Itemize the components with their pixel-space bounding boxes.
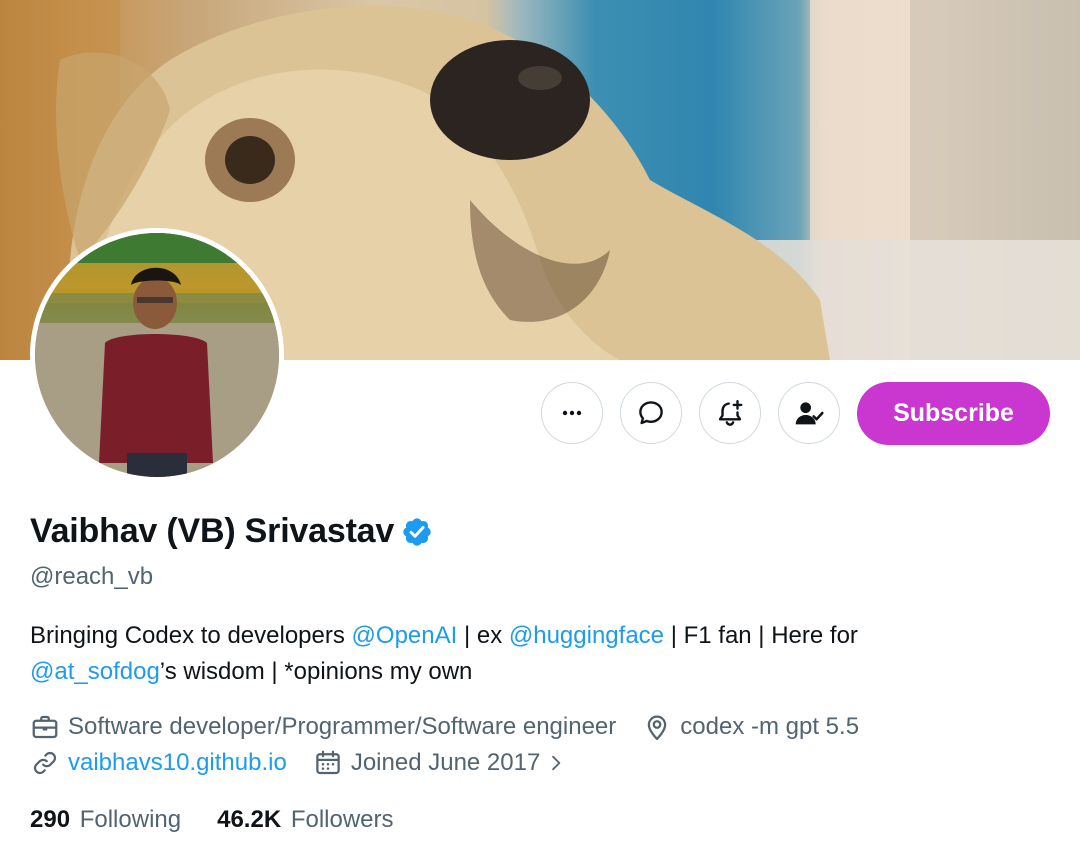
profile-meta-row: Software developer/Programmer/Software e… [30, 712, 885, 742]
more-button[interactable] [541, 382, 603, 444]
calendar-icon [316, 750, 340, 775]
following-count: 290 [30, 806, 71, 833]
avatar-photo [35, 233, 279, 477]
following-label: Following [79, 806, 182, 833]
profession-text: Software developer/Programmer/Software e… [68, 713, 617, 740]
location-pin-icon [648, 715, 667, 740]
bio-text: ’s wisdom | *opinions my own [159, 658, 473, 685]
mention-huggingface-link[interactable]: @huggingface [509, 622, 664, 649]
chevron-right-icon [552, 755, 561, 771]
follow-stats: 290 Following 46.2K Followers [30, 806, 430, 834]
website[interactable]: vaibhavs10.github.io [30, 748, 287, 778]
verified-badge-icon[interactable] [401, 516, 433, 548]
followers-link[interactable]: 46.2K Followers [217, 806, 393, 834]
profile-avatar[interactable] [30, 228, 284, 482]
profession: Software developer/Programmer/Software e… [30, 712, 616, 742]
profile-page: Subscribe Vaibhav (VB) Srivastav @reach_… [0, 0, 1080, 862]
location: codex -m gpt 5.5 [642, 712, 859, 742]
message-button[interactable] [620, 382, 682, 444]
location-text: codex -m gpt 5.5 [680, 713, 860, 740]
following-button[interactable] [778, 382, 840, 444]
display-name: Vaibhav (VB) Srivastav [30, 512, 395, 550]
joined-date[interactable]: Joined June 2017 [313, 748, 575, 778]
profile-name-row: Vaibhav (VB) Srivastav [30, 512, 433, 551]
joined-text: Joined June 2017 [350, 749, 541, 776]
more-icon [562, 410, 582, 416]
mention-sofdog-link[interactable]: @at_sofdog [30, 658, 160, 685]
message-icon [639, 401, 663, 425]
profile-meta-row: vaibhavs10.github.io Joined June 2017 [30, 748, 600, 778]
user-handle: @reach_vb [30, 563, 154, 590]
link-icon [33, 751, 57, 775]
bio-text: | F1 fan | Here for [664, 622, 858, 649]
person-check-icon [795, 402, 824, 425]
website-link[interactable]: vaibhavs10.github.io [68, 749, 287, 777]
followers-label: Followers [290, 806, 394, 833]
bio-text: Bringing Codex to developers [30, 622, 352, 649]
notify-button[interactable] [699, 382, 761, 444]
mention-openai-link[interactable]: @OpenAI [352, 622, 458, 649]
profile-bio: Bringing Codex to developers @OpenAI | e… [30, 618, 1030, 690]
bell-plus-icon [718, 399, 743, 426]
briefcase-icon [32, 715, 58, 739]
followers-count: 46.2K [217, 806, 282, 833]
subscribe-button[interactable]: Subscribe [857, 382, 1050, 445]
following-link[interactable]: 290 Following [30, 806, 181, 834]
bio-text: | ex [457, 622, 509, 649]
